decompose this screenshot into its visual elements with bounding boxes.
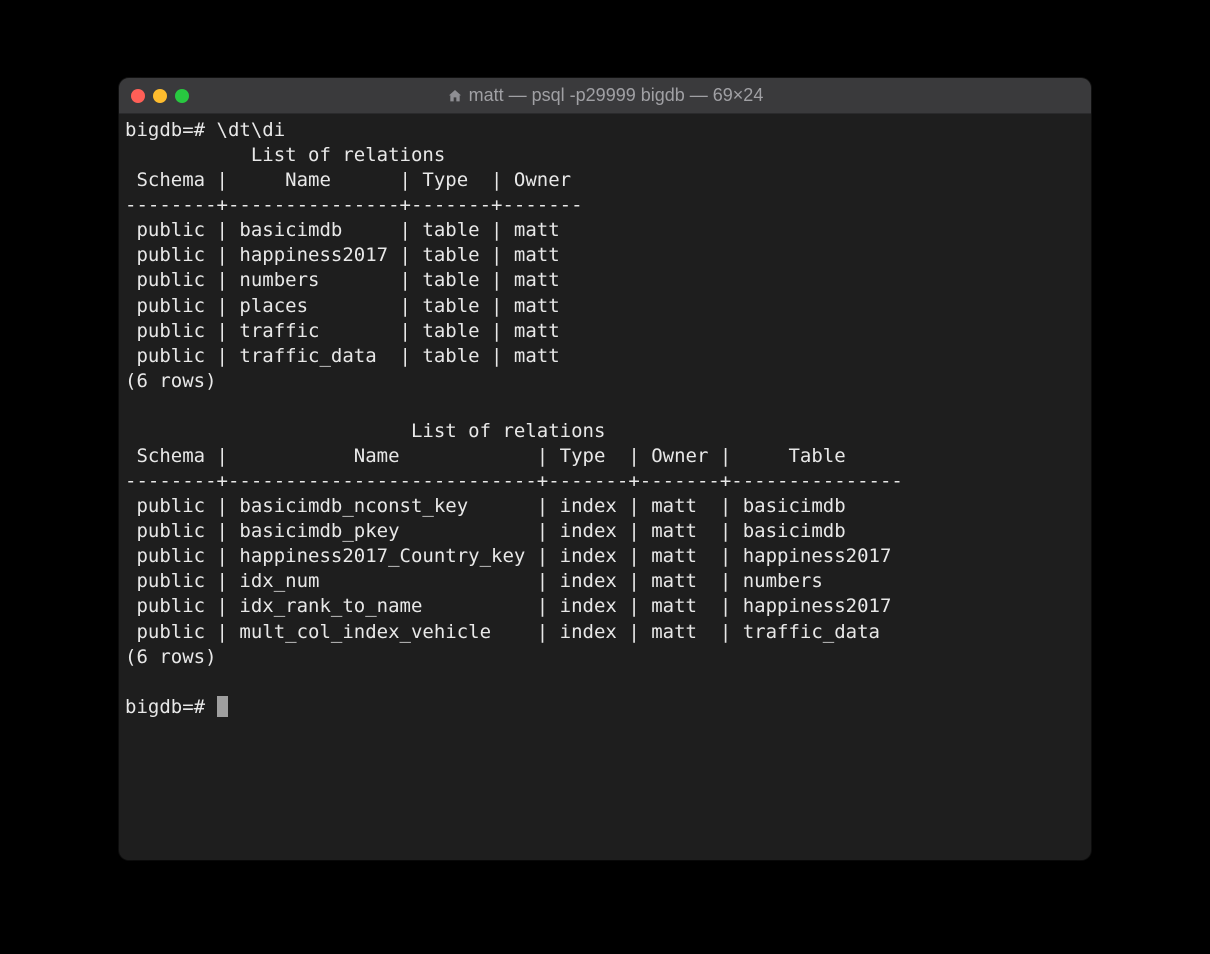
- traffic-lights: [131, 89, 189, 103]
- window-title: matt — psql -p29999 bigdb — 69×24: [119, 85, 1091, 106]
- home-icon: [447, 88, 463, 104]
- terminal-window: matt — psql -p29999 bigdb — 69×24 bigdb=…: [119, 78, 1091, 860]
- close-button[interactable]: [131, 89, 145, 103]
- minimize-button[interactable]: [153, 89, 167, 103]
- titlebar: matt — psql -p29999 bigdb — 69×24: [119, 78, 1091, 114]
- terminal-output[interactable]: bigdb=# \dt\di List of relations Schema …: [119, 114, 1091, 860]
- maximize-button[interactable]: [175, 89, 189, 103]
- window-title-text: matt — psql -p29999 bigdb — 69×24: [469, 85, 764, 106]
- cursor: [217, 696, 228, 717]
